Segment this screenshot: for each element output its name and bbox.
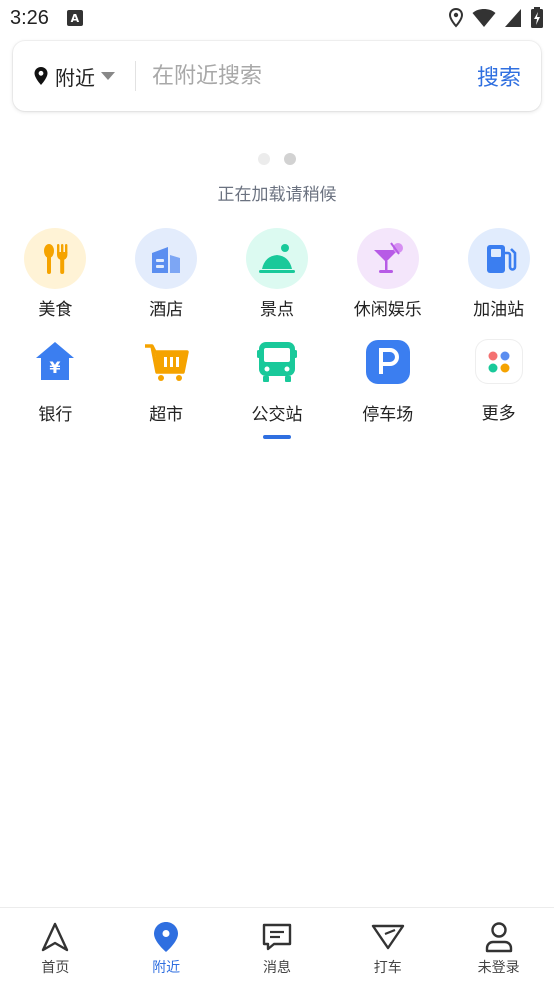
status-bar: 3:26 A [0, 0, 554, 36]
search-bar: 附近 搜索 [13, 41, 541, 111]
category-hotel[interactable]: 酒店 [111, 228, 222, 320]
loading-indicator [0, 153, 554, 165]
category-gas-station[interactable]: 加油站 [443, 228, 554, 320]
location-selector[interactable]: 附近 [13, 41, 136, 111]
nav-messages[interactable]: 消息 [222, 908, 332, 984]
cart-icon [141, 340, 191, 384]
location-label: 附近 [55, 65, 95, 90]
location-icon [448, 8, 464, 28]
category-label: 景点 [259, 300, 294, 320]
bottom-nav: 首页 附近 消息 打车 未登录 [0, 907, 554, 984]
user-icon [482, 920, 516, 954]
taxi-icon [371, 920, 405, 954]
category-bank[interactable]: ¥ 银行 [0, 332, 111, 425]
parking-icon [365, 340, 410, 384]
navigate-icon [38, 920, 72, 954]
category-label: 休闲娱乐 [353, 300, 422, 320]
category-supermarket[interactable]: 超市 [111, 332, 222, 425]
nav-label: 打车 [373, 960, 402, 976]
battery-charging-icon [531, 7, 543, 28]
loading-text: 正在加载请稍候 [217, 185, 337, 205]
category-label: 酒店 [149, 300, 184, 320]
nav-profile[interactable]: 未登录 [444, 908, 554, 984]
location-pin-icon [149, 920, 183, 954]
nav-home[interactable]: 首页 [0, 908, 110, 984]
loading-dot [284, 153, 296, 165]
category-grid: 美食 酒店 景点 休闲娱乐 加油站 [0, 228, 554, 320]
nav-label: 附近 [152, 960, 181, 976]
category-parking[interactable]: 停车场 [332, 332, 443, 425]
a-icon: A [66, 10, 83, 26]
search-input[interactable] [136, 41, 477, 111]
category-food[interactable]: 美食 [0, 228, 111, 320]
category-label: 更多 [481, 404, 516, 424]
message-icon [260, 920, 294, 954]
nav-label: 未登录 [477, 960, 520, 976]
wifi-icon [472, 9, 496, 27]
category-label: 停车场 [362, 405, 414, 425]
nav-label: 消息 [262, 960, 291, 976]
nearby-page: 3:26 A 附近 在附近搜索 搜索 正在加载请稍候 美食 酒店 景点 休闲娱乐… [0, 0, 554, 984]
status-time: 3:26 [10, 6, 49, 29]
category-grid-row-2: ¥ 银行 超市 公交站 停车场 更多 [0, 332, 554, 425]
nav-nearby[interactable]: 附近 [111, 908, 221, 984]
category-label: 加油站 [473, 300, 525, 320]
hotel-icon [135, 228, 198, 289]
nav-taxi[interactable]: 打车 [333, 908, 443, 984]
category-label: 银行 [38, 405, 73, 425]
chevron-down-icon [101, 72, 115, 80]
grid-page-indicator [263, 435, 291, 439]
category-bus-stop[interactable]: 公交站 [222, 332, 333, 425]
bank-icon: ¥ [30, 340, 80, 384]
signal-icon [505, 9, 521, 27]
category-label: 美食 [38, 300, 73, 320]
cocktail-icon [356, 228, 419, 289]
more-icon [475, 340, 522, 383]
svg-text:¥: ¥ [50, 358, 61, 377]
category-leisure[interactable]: 休闲娱乐 [332, 228, 443, 320]
search-button[interactable]: 搜索 [477, 60, 541, 92]
location-pin-icon [34, 67, 48, 85]
food-icon [24, 228, 87, 289]
category-more[interactable]: 更多 [443, 332, 554, 424]
category-label: 公交站 [251, 405, 303, 425]
loading-dot [258, 153, 270, 165]
category-scenic[interactable]: 景点 [222, 228, 333, 320]
gas-station-icon [467, 228, 530, 289]
bus-icon [252, 340, 302, 384]
scenic-icon [245, 228, 308, 289]
nav-label: 首页 [41, 960, 70, 976]
category-label: 超市 [149, 405, 184, 425]
